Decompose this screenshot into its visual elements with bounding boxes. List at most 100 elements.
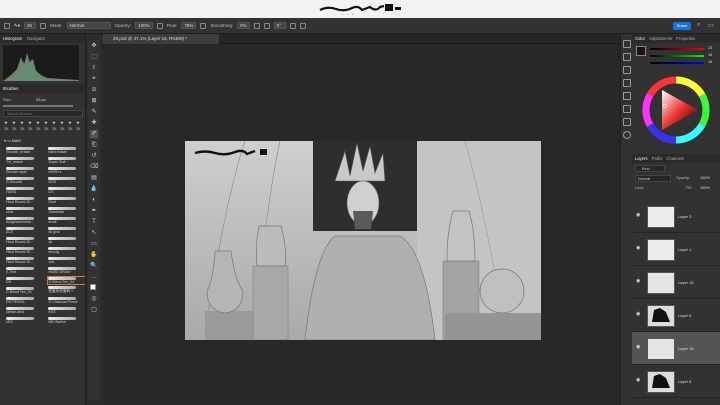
gradient-tool-icon[interactable]: ▤ <box>90 174 98 182</box>
brush-item[interactable]: Hard Round 30 ... <box>6 256 45 264</box>
more-tool-icon[interactable]: … <box>90 273 98 281</box>
brush-item[interactable]: all <box>48 236 85 244</box>
red-slider[interactable] <box>650 48 704 50</box>
libraries-panel-icon[interactable] <box>623 79 631 87</box>
brush-item[interactable]: dk grsc <box>48 226 85 234</box>
brush-item[interactable]: K-Text <box>6 266 45 274</box>
green-slider[interactable] <box>650 55 704 57</box>
glyphs-panel-icon[interactable] <box>623 118 631 126</box>
brush-preset[interactable]: ♠ 25 <box>18 120 26 134</box>
visibility-eye-icon[interactable]: ◉ <box>636 345 643 350</box>
visibility-eye-icon[interactable]: ◉ <box>636 246 643 251</box>
eraser-tool-icon[interactable]: ⌫ <box>90 163 98 171</box>
layer-opacity-value[interactable]: 100% <box>700 176 710 180</box>
brush-item[interactable]: Hard Round 30 ... <box>6 196 45 204</box>
layer-row[interactable]: ◉ Layer 8 <box>632 365 720 398</box>
rectangle-tool-icon[interactable]: ▭ <box>90 240 98 248</box>
brush-item[interactable]: Dust <box>48 196 85 204</box>
layer-name[interactable]: Layer 3 <box>678 214 691 219</box>
brush-item[interactable]: 鉛筆系統筆刷 1 <box>48 286 85 294</box>
swatches-panel-icon[interactable] <box>623 53 631 61</box>
brush-item[interactable]: DD <box>6 276 45 284</box>
paragraph-panel-icon[interactable] <box>623 105 631 113</box>
brush-item[interactable]: Aufgesammene... <box>6 216 45 224</box>
brush-item[interactable]: cmic <box>6 206 45 214</box>
brush-tool-icon[interactable]: ✎▾ <box>14 23 20 29</box>
brush-group-main[interactable]: ▾ ▭ MAIN <box>4 138 21 143</box>
brush-item[interactable]: smudg <box>48 246 85 254</box>
home-icon[interactable] <box>4 22 10 29</box>
tab-navigator[interactable]: Navigator <box>27 36 45 41</box>
eyedropper-tool-icon[interactable]: ✎ <box>90 108 98 116</box>
share-button[interactable]: Share <box>673 22 691 30</box>
brush-preset[interactable]: ♠ 25 <box>42 120 50 134</box>
brush-item[interactable]: G.Blend Tex_04 <box>47 275 85 285</box>
layer-filter-kind[interactable]: Kind <box>635 165 665 172</box>
brush-preset[interactable]: ♠ 25 <box>26 120 34 134</box>
lasso-tool-icon[interactable]: ℓ <box>90 64 98 72</box>
brush-item[interactable]: kSS <box>6 316 45 324</box>
flow-input[interactable]: 78% <box>181 22 197 29</box>
tab-color[interactable]: Color <box>635 36 645 41</box>
history-brush-tool-icon[interactable]: ↺ <box>90 152 98 160</box>
red-value[interactable]: 23 <box>708 45 712 52</box>
document-tab[interactable]: 28.psd @ 47.1% (Layer 16, RGB/8) * <box>103 34 219 44</box>
brush-item[interactable]: MK-Sketch <box>48 316 85 324</box>
screen-mode-tool-icon[interactable]: ▢ <box>90 306 98 314</box>
brush-item[interactable]: Hard Round 30 ... <box>6 246 45 254</box>
brush-item[interactable]: G Charcoal Pencil <box>48 296 85 304</box>
layer-row[interactable]: ◉ Layer 16 <box>632 332 720 365</box>
layer-row[interactable]: ◉ Layer 1 <box>632 233 720 266</box>
blur-tool-icon[interactable]: 💧 <box>90 185 98 193</box>
color-wheel[interactable] <box>642 76 710 144</box>
move-tool-icon[interactable]: ✥ <box>90 42 98 50</box>
brush-preset[interactable]: ♠ 25 <box>50 120 58 134</box>
layer-name[interactable]: Layer 16 <box>678 346 694 351</box>
pen-tool-icon[interactable]: ✒ <box>90 207 98 215</box>
pressure-size-icon[interactable] <box>289 22 296 29</box>
visibility-eye-icon[interactable]: ◉ <box>636 378 643 383</box>
crop-tool-icon[interactable]: ⧄ <box>90 86 98 94</box>
brush-item[interactable]: one <box>48 256 85 264</box>
brush-search-input[interactable]: Search Brushes <box>3 110 83 117</box>
brush-item[interactable]: Super Soft <box>48 156 85 164</box>
visibility-eye-icon[interactable]: ◉ <box>636 279 643 284</box>
visibility-eye-icon[interactable]: ◉ <box>636 312 643 317</box>
brush-item[interactable]: DH PENCIL <box>6 296 45 304</box>
visibility-eye-icon[interactable]: ◉ <box>636 213 643 218</box>
character-panel-icon[interactable] <box>623 92 631 100</box>
layer-name[interactable]: Layer 1 <box>678 247 691 252</box>
brush-item[interactable]: G.Blend Tex_03 <box>6 286 45 294</box>
swatch-tool-icon[interactable] <box>90 284 98 292</box>
mode-select[interactable]: Normal <box>66 22 111 29</box>
brush-item[interactable]: Smooth_eraser <box>6 146 45 154</box>
smoothing-input[interactable]: 0% <box>237 22 250 29</box>
frame-tool-icon[interactable]: ⊠ <box>90 97 98 105</box>
layer-fill-value[interactable]: 100% <box>700 186 710 190</box>
blue-value[interactable]: 16 <box>708 59 712 66</box>
brush-preset[interactable]: ♠ 25 <box>34 120 42 134</box>
brush-item[interactable]: HARD DRAW <box>48 266 85 274</box>
marquee-tool-icon[interactable]: ⬚ <box>90 53 98 61</box>
workspace-icon[interactable]: ▭ <box>708 22 714 29</box>
brush-item[interactable]: sketch-kind <box>6 306 45 314</box>
layer-row[interactable]: ◉ Layer 15 <box>632 266 720 299</box>
zoom-tool-icon[interactable]: 🔍 <box>90 262 98 270</box>
brush-preset[interactable]: ♠ 25 <box>2 120 10 134</box>
learn-panel-icon[interactable] <box>623 66 631 74</box>
blend-mode-select[interactable]: Normal <box>635 175 671 182</box>
layer-name[interactable]: Layer 6 <box>678 313 691 318</box>
smoothing-options-icon[interactable] <box>253 22 260 29</box>
brush-size-value[interactable]: 25 px <box>36 97 46 102</box>
opacity-input[interactable]: 100% <box>135 22 153 29</box>
tab-layers[interactable]: Layers <box>635 156 648 161</box>
tab-properties[interactable]: Properties <box>676 36 695 41</box>
canvas-artwork[interactable] <box>185 141 541 340</box>
brush-item[interactable]: ACE <box>6 226 45 234</box>
tab-histogram[interactable]: Histogram <box>3 36 22 41</box>
search-icon[interactable]: ⌕ <box>697 22 700 29</box>
size-slider[interactable] <box>3 105 73 107</box>
brush-item[interactable]: DDS <box>48 176 85 184</box>
pressure-opacity-icon[interactable] <box>156 22 163 29</box>
dodge-tool-icon[interactable]: ◐ <box>90 196 98 204</box>
